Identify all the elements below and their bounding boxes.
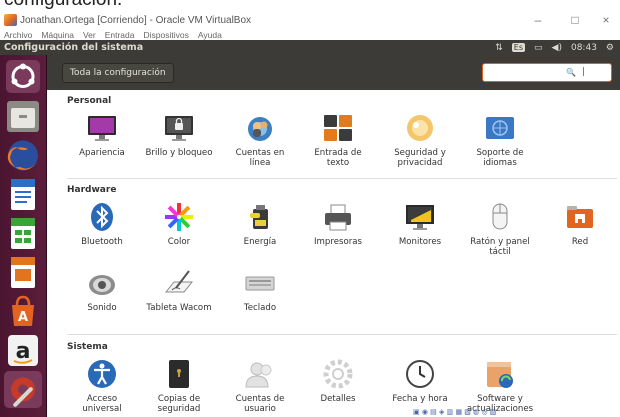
language-support-icon bbox=[483, 111, 517, 145]
monitors-icon bbox=[403, 200, 437, 234]
minimize-button[interactable]: – bbox=[526, 11, 550, 29]
clock[interactable]: 08:43 bbox=[571, 43, 597, 53]
item-sonido[interactable]: Sonido bbox=[67, 266, 137, 313]
menu-entrada[interactable]: Entrada bbox=[105, 30, 135, 40]
text-entry-icon bbox=[321, 111, 355, 145]
volume-indicator-icon[interactable]: ◀) bbox=[552, 43, 562, 53]
menu-ver[interactable]: Ver bbox=[83, 30, 96, 40]
item-teclado[interactable]: Teclado bbox=[225, 266, 295, 313]
menu-dispositivos[interactable]: Dispositivos bbox=[144, 30, 189, 40]
network-icon bbox=[563, 200, 597, 234]
brightness-lock-icon bbox=[162, 111, 196, 145]
impress-icon[interactable] bbox=[4, 254, 42, 291]
battery-indicator-icon[interactable]: ▭ bbox=[534, 43, 543, 53]
color-icon bbox=[162, 200, 196, 234]
item-detalles[interactable]: Detalles bbox=[303, 357, 373, 404]
item-entrada-texto[interactable]: Entrada de texto bbox=[303, 111, 373, 168]
indicator-area: ⇅ Es ▭ ◀) 08:43 ⚙ bbox=[486, 40, 614, 55]
item-raton-panel-tactil[interactable]: Ratón y panel táctil bbox=[465, 200, 535, 257]
backups-icon bbox=[162, 357, 196, 391]
menu-archivo[interactable]: Archivo bbox=[4, 30, 32, 40]
item-cuentas-usuario[interactable]: Cuentas de usuario bbox=[225, 357, 295, 414]
search-input[interactable]: 🔍 | bbox=[482, 63, 612, 82]
sound-icon bbox=[85, 266, 119, 300]
power-menu-icon[interactable]: ⚙ bbox=[606, 43, 614, 53]
search-icon: 🔍 bbox=[566, 68, 576, 77]
user-accounts-icon bbox=[243, 357, 277, 391]
item-energia[interactable]: Energía bbox=[225, 200, 295, 247]
section-title-hardware: Hardware bbox=[67, 185, 117, 195]
date-time-icon bbox=[403, 357, 437, 391]
universal-access-icon bbox=[85, 357, 119, 391]
maximize-button[interactable]: □ bbox=[563, 11, 587, 29]
section-title-sistema: Sistema bbox=[67, 342, 108, 352]
search-caret: | bbox=[582, 67, 586, 77]
settings-toolbar: Toda la configuración 🔍 | bbox=[47, 55, 620, 90]
system-settings-launcher-icon[interactable] bbox=[4, 371, 42, 408]
printers-icon bbox=[321, 200, 355, 234]
files-icon[interactable] bbox=[4, 98, 42, 135]
section-title-personal: Personal bbox=[67, 96, 112, 106]
item-seguridad-privacidad[interactable]: Seguridad y privacidad bbox=[385, 111, 455, 168]
item-tableta-wacom[interactable]: Tableta Wacom bbox=[144, 266, 214, 313]
item-bluetooth[interactable]: Bluetooth bbox=[67, 200, 137, 247]
app-title: Configuración del sistema bbox=[4, 42, 144, 53]
writer-icon[interactable] bbox=[4, 176, 42, 213]
item-monitores[interactable]: Monitores bbox=[385, 200, 455, 247]
item-red[interactable]: Red bbox=[545, 200, 615, 247]
section-divider bbox=[67, 334, 617, 335]
item-color[interactable]: Color bbox=[144, 200, 214, 247]
ubuntu-top-panel: Configuración del sistema ⇅ Es ▭ ◀) 08:4… bbox=[0, 40, 620, 55]
window-title: Jonathan.Ortega [Corriendo] - Oracle VM … bbox=[20, 14, 252, 26]
launcher: A a bbox=[0, 55, 47, 417]
svg-text:A: A bbox=[18, 310, 28, 325]
wacom-tablet-icon bbox=[162, 266, 196, 300]
ubuntu-dash-icon[interactable] bbox=[4, 58, 42, 95]
item-apariencia[interactable]: Apariencia bbox=[67, 111, 137, 158]
security-privacy-icon bbox=[403, 111, 437, 145]
virtualbox-logo-icon bbox=[4, 14, 17, 26]
software-updates-icon bbox=[483, 357, 517, 391]
menu-ayuda[interactable]: Ayuda bbox=[198, 30, 222, 40]
details-icon bbox=[321, 357, 355, 391]
virtualbox-statusbar: ▣ ◉ ▤ ◈ ▥ ▦ ▧ ◍ ◎ ▨ bbox=[413, 408, 497, 416]
svg-text:a: a bbox=[16, 339, 31, 364]
virtualbox-titlebar: Jonathan.Ortega [Corriendo] - Oracle VM … bbox=[0, 11, 620, 29]
menu-maquina[interactable]: Máquina bbox=[41, 30, 74, 40]
mouse-touchpad-icon bbox=[483, 200, 517, 234]
software-center-icon[interactable]: A bbox=[4, 293, 42, 330]
close-button[interactable]: × bbox=[594, 11, 618, 29]
calc-icon[interactable] bbox=[4, 215, 42, 252]
item-copias-seguridad[interactable]: Copias de seguridad bbox=[144, 357, 214, 414]
appearance-icon bbox=[85, 111, 119, 145]
online-accounts-icon bbox=[243, 111, 277, 145]
item-impresoras[interactable]: Impresoras bbox=[303, 200, 373, 247]
item-brillo-bloqueo[interactable]: Brillo y bloqueo bbox=[144, 111, 214, 158]
item-fecha-hora[interactable]: Fecha y hora bbox=[385, 357, 455, 404]
network-indicator-icon[interactable]: ⇅ bbox=[495, 43, 503, 53]
section-divider bbox=[67, 178, 617, 179]
keyboard-icon bbox=[243, 266, 277, 300]
settings-content: Personal Apariencia Brillo y bloqueo Cue… bbox=[47, 90, 620, 417]
item-software-actualizaciones[interactable]: Software y actualizaciones bbox=[465, 357, 535, 414]
keyboard-indicator[interactable]: Es bbox=[511, 43, 526, 52]
all-settings-button[interactable]: Toda la configuración bbox=[62, 63, 174, 83]
document-caption: configuración. bbox=[0, 0, 620, 11]
amazon-icon[interactable]: a bbox=[4, 332, 42, 369]
virtualbox-menubar: Archivo Máquina Ver Entrada Dispositivos… bbox=[0, 29, 620, 40]
firefox-icon[interactable] bbox=[4, 137, 42, 174]
bluetooth-icon bbox=[85, 200, 119, 234]
power-icon bbox=[243, 200, 277, 234]
item-acceso-universal[interactable]: Acceso universal bbox=[67, 357, 137, 414]
item-cuentas-linea[interactable]: Cuentas en línea bbox=[225, 111, 295, 168]
item-soporte-idiomas[interactable]: Soporte de idiomas bbox=[465, 111, 535, 168]
